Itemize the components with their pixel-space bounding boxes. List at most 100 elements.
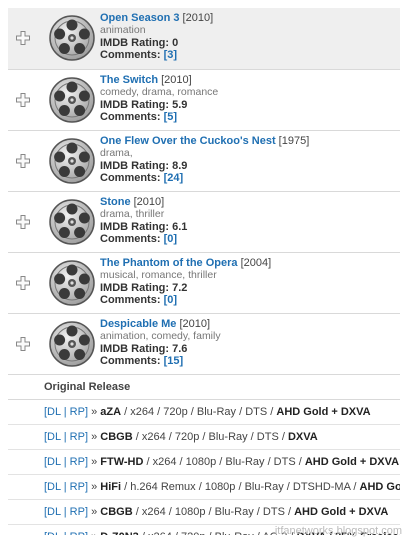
release-specs: / x264 / 720p / Blu-Ray / DTS /	[124, 406, 274, 418]
movie-row: Open Season 3 [2010] animation IMDB Rating…	[8, 8, 400, 70]
movie-info: Stone [2010] drama, thriller IMDB Rating: …	[100, 196, 396, 246]
download-report-links[interactable]: [DL | RP]	[44, 481, 88, 493]
rating-value: 7.6	[172, 342, 188, 355]
release-specs: / h.264 Remux / 1080p / Blu-Ray / DTSHD-…	[124, 481, 357, 493]
movie-row: The Phantom of the Opera [2004] musical, …	[8, 253, 400, 314]
comments-link[interactable]: [3]	[164, 49, 177, 61]
comments-link[interactable]: [5]	[164, 111, 177, 123]
release-row: [DL | RP] » HiFi / h.264 Remux / 1080p /…	[8, 475, 400, 500]
release-extra: DXVA	[287, 431, 318, 443]
release-group[interactable]: FTW-HD	[100, 456, 143, 468]
rating-label: IMDB Rating:	[100, 98, 170, 111]
release-row: [DL | RP] » aZA / x264 / 720p / Blu-Ray …	[8, 400, 400, 425]
plus-icon[interactable]	[16, 276, 30, 290]
release-group[interactable]: HiFi	[100, 481, 121, 493]
release-row: [DL | RP] » FTW-HD / x264 / 1080p / Blu-…	[8, 450, 400, 475]
rating-value: 5.9	[172, 98, 188, 111]
movie-genre: musical, romance, thriller	[100, 269, 217, 282]
arrow-separator: »	[91, 481, 98, 493]
download-report-links[interactable]: [DL | RP]	[44, 406, 88, 418]
movie-row: The Switch [2010] comedy, drama, romance I…	[8, 70, 400, 131]
movie-title-link[interactable]: Stone	[100, 196, 131, 208]
comments-label: Comments:	[100, 294, 161, 307]
movie-genre: drama,	[100, 147, 133, 160]
comments-link[interactable]: [0]	[164, 294, 177, 306]
movie-title-link[interactable]: One Flew Over the Cuckoo's Nest	[100, 135, 276, 147]
movie-row: Despicable Me [2010] animation, comedy, f…	[8, 314, 400, 375]
release-specs: / x264 / 720p / Blu-Ray / DTS /	[135, 431, 285, 443]
download-report-links[interactable]: [DL | RP]	[44, 456, 88, 468]
rating-value: 0	[172, 36, 179, 49]
movie-list: Open Season 3 [2010] animation IMDB Rating…	[8, 8, 400, 375]
plus-icon[interactable]	[16, 154, 30, 168]
release-extra: AHD Gold + DXVA /	[359, 481, 401, 493]
movie-year: [2004]	[240, 257, 272, 269]
comments-label: Comments:	[100, 111, 161, 124]
release-group[interactable]: aZA	[100, 406, 121, 418]
release-extra: AHD Gold + DXVA / 75% Free	[304, 456, 400, 468]
film-reel-icon	[48, 76, 96, 124]
release-specs: / x264 / 720p / Blu-Ray / AC-3 /	[142, 531, 294, 535]
plus-icon[interactable]	[16, 215, 30, 229]
comments-label: Comments:	[100, 233, 161, 246]
movie-title-link[interactable]: The Phantom of the Opera	[100, 257, 238, 269]
release-section-header: Original Release	[8, 375, 400, 400]
release-specs: / x264 / 1080p / Blu-Ray / DTS /	[146, 456, 302, 468]
release-specs: / x264 / 1080p / Blu-Ray / DTS /	[135, 506, 292, 518]
movie-info: Open Season 3 [2010] animation IMDB Rating…	[100, 12, 396, 62]
release-row: [DL | RP] » CBGB / x264 / 1080p / Blu-Ra…	[8, 500, 400, 525]
comments-link[interactable]: [24]	[164, 172, 184, 184]
plus-icon[interactable]	[16, 337, 30, 351]
plus-icon[interactable]	[16, 93, 30, 107]
download-report-links[interactable]: [DL | RP]	[44, 506, 88, 518]
movie-genre: animation	[100, 24, 146, 37]
release-list: [DL | RP] » aZA / x264 / 720p / Blu-Ray …	[8, 400, 400, 535]
release-group[interactable]: CBGB	[100, 506, 132, 518]
watermark: itfanetworks.blogspot.com	[274, 525, 402, 537]
rating-label: IMDB Rating:	[100, 220, 170, 233]
arrow-separator: »	[91, 431, 98, 443]
movie-title-link[interactable]: Despicable Me	[100, 318, 176, 330]
arrow-separator: »	[91, 406, 98, 418]
comments-link[interactable]: [0]	[164, 233, 177, 245]
arrow-separator: »	[91, 531, 97, 535]
download-report-links[interactable]: [DL | RP]	[44, 531, 88, 535]
comments-link[interactable]: [15]	[164, 355, 184, 367]
arrow-separator: »	[91, 506, 98, 518]
film-reel-icon	[48, 198, 96, 246]
movie-row: Stone [2010] drama, thriller IMDB Rating: …	[8, 192, 400, 253]
movie-info: The Switch [2010] comedy, drama, romance I…	[100, 74, 396, 124]
release-extra: AHD Gold + DXVA	[294, 506, 389, 518]
movie-genre: drama, thriller	[100, 208, 165, 221]
film-reel-icon	[48, 14, 96, 62]
rating-label: IMDB Rating:	[100, 281, 170, 294]
rating-label: IMDB Rating:	[100, 36, 170, 49]
movie-title-link[interactable]: The Switch	[100, 74, 158, 86]
release-group[interactable]: CBGB	[100, 431, 132, 443]
movie-list-frame: Open Season 3 [2010] animation IMDB Rating…	[8, 8, 400, 535]
movie-genre: animation, comedy, family	[100, 330, 221, 343]
rating-value: 7.2	[172, 281, 188, 294]
movie-title-link[interactable]: Open Season 3	[100, 12, 179, 24]
movie-year: [2010]	[161, 74, 192, 86]
rating-value: 8.9	[172, 159, 188, 172]
release-extra: AHD Gold + DXVA	[276, 406, 371, 418]
movie-row: One Flew Over the Cuckoo's Nest [1975] dr…	[8, 131, 400, 192]
release-row: [DL | RP] » CBGB / x264 / 720p / Blu-Ray…	[8, 425, 400, 450]
plus-icon[interactable]	[16, 31, 30, 45]
film-reel-icon	[48, 320, 96, 368]
movie-year: [1975]	[278, 135, 310, 147]
movie-genre: comedy, drama, romance	[100, 86, 219, 99]
movie-year: [2010]	[133, 196, 165, 208]
movie-info: The Phantom of the Opera [2004] musical, …	[100, 257, 396, 307]
movie-year: [2010]	[179, 318, 211, 330]
rating-label: IMDB Rating:	[100, 159, 170, 172]
movie-year: [2010]	[182, 12, 214, 24]
film-reel-icon	[48, 137, 96, 185]
release-group[interactable]: D-Z0N3	[100, 531, 139, 535]
movie-info: Despicable Me [2010] animation, comedy, f…	[100, 318, 396, 368]
comments-label: Comments:	[100, 49, 161, 62]
rating-value: 6.1	[172, 220, 188, 233]
comments-label: Comments:	[100, 355, 161, 368]
download-report-links[interactable]: [DL | RP]	[44, 431, 88, 443]
